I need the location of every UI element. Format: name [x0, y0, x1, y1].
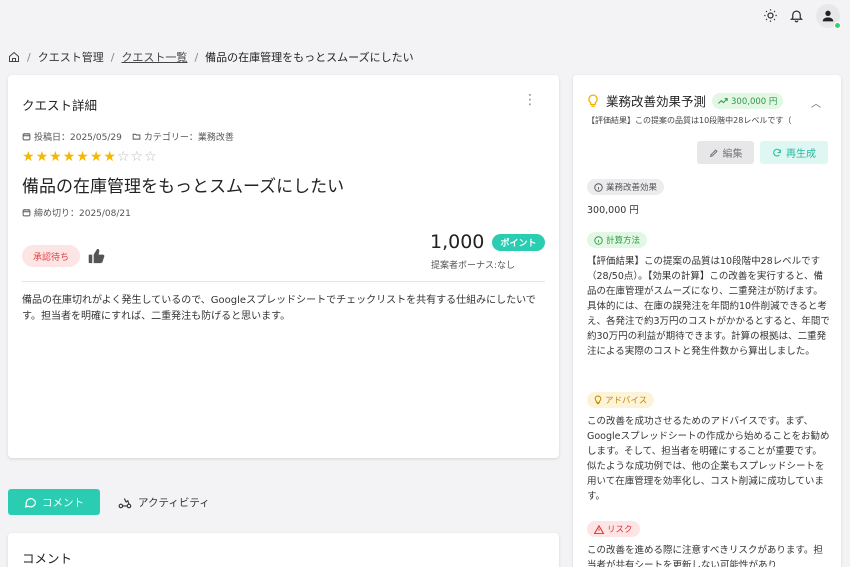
star-filled-icon[interactable]: ★ — [103, 150, 117, 164]
breadcrumb-current: 備品の在庫管理をもっとスムーズにしたい — [205, 51, 414, 64]
calculation-chip-label: 計算方法 — [606, 236, 641, 246]
deadline-text: 締め切り：2025/08/21 — [34, 209, 131, 219]
card-title: クエスト詳細 — [22, 98, 98, 113]
effect-title: 業務改善効果予測 — [606, 94, 707, 109]
comment-section-title: コメント — [22, 551, 73, 566]
user-icon — [822, 10, 834, 22]
points-value: 1,000 — [430, 231, 485, 253]
tab-comment-label: コメント — [42, 496, 84, 509]
breadcrumb: / クエスト管理 / クエスト一覧 / 備品の在庫管理をもっとスムーズにしたい — [8, 48, 414, 66]
more-options-icon[interactable]: ⋮ — [523, 93, 537, 107]
lightbulb-icon — [594, 395, 602, 405]
tab-activity[interactable]: アクティビティ — [118, 489, 210, 515]
regenerate-button-label: 再生成 — [786, 149, 816, 160]
effect-chip-label: 業務改善効果 — [606, 183, 658, 193]
folder-icon — [132, 132, 141, 141]
lightbulb-icon — [587, 94, 599, 108]
thumbs-up-icon[interactable] — [88, 248, 106, 264]
quest-title: 備品の在庫管理をもっとスムーズにしたい — [22, 177, 345, 197]
trending-up-icon — [718, 97, 728, 104]
top-bar — [0, 0, 850, 34]
calculation-text: 【評価結果】この提案の品質は10段階中28レベルです（28/50点）。【効果の計… — [587, 256, 830, 357]
advice-chip-label: アドバイス — [605, 396, 648, 406]
risk-chip: リスク — [587, 521, 640, 537]
category: カテゴリー：業務改善 — [143, 133, 234, 143]
star-empty-icon[interactable]: ☆ — [144, 150, 158, 164]
advice-text: この改善を成功させるためのアドバイスです。まず、Googleスプレッドシートの作… — [587, 416, 830, 502]
avatar[interactable] — [816, 4, 841, 29]
star-empty-icon[interactable]: ☆ — [117, 150, 131, 164]
refresh-icon — [773, 148, 781, 156]
calendar-icon — [22, 208, 31, 217]
amount-badge: 300,000 円 — [712, 92, 784, 109]
quest-detail-card: クエスト詳細 ⋮ 投稿日：2025/05/29 カテゴリー：業務改善 ★ ★ ★ ★ ★… — [8, 75, 559, 458]
warning-icon — [594, 524, 604, 534]
advice-chip: アドバイス — [587, 392, 655, 408]
deadline: 締め切り：2025/08/21 — [22, 206, 131, 219]
effect-prediction-panel: 業務改善効果予測 300,000 円 ︿ 【評価結果】この提案の品質は10段階中… — [573, 75, 841, 567]
effect-header: 業務改善効果予測 300,000 円 — [587, 91, 784, 110]
star-filled-icon[interactable]: ★ — [22, 150, 36, 164]
activity-icon — [118, 497, 132, 508]
tab-comment[interactable]: コメント — [8, 489, 100, 515]
star-filled-icon[interactable]: ★ — [76, 150, 90, 164]
effect-value: 300,000 円 — [587, 205, 639, 216]
pencil-icon — [709, 148, 718, 157]
amount-badge-text: 300,000 円 — [731, 96, 778, 107]
calendar-icon — [22, 132, 31, 141]
proposer-bonus: 提案者ボーナス:なし — [431, 261, 516, 271]
comment-icon — [24, 497, 36, 508]
status-badge: 承認待ち — [22, 245, 80, 267]
info-icon — [594, 235, 603, 245]
effect-summary: 【評価結果】この提案の品質は10段階中28レベルです（ — [587, 116, 792, 125]
edit-button[interactable]: 編集 — [697, 141, 754, 164]
online-status-dot — [834, 22, 841, 29]
star-filled-icon[interactable]: ★ — [63, 150, 77, 164]
breadcrumb-separator: / — [27, 50, 31, 64]
points-badge: ポイント — [492, 234, 545, 251]
calculation-chip: 計算方法 — [587, 232, 648, 248]
star-filled-icon[interactable]: ★ — [49, 150, 63, 164]
breadcrumb-quest-list[interactable]: クエスト一覧 — [121, 49, 187, 65]
info-icon — [594, 182, 603, 192]
regenerate-button[interactable]: 再生成 — [760, 141, 828, 164]
quest-description: 備品の在庫切れがよく発生しているので、Googleスプレッドシートでチェックリス… — [22, 295, 536, 322]
posted-date: 投稿日：2025/05/29 — [34, 133, 122, 143]
star-empty-icon[interactable]: ☆ — [131, 150, 145, 164]
divider — [22, 281, 545, 282]
comment-card: コメント — [8, 533, 559, 567]
effect-chip: 業務改善効果 — [587, 179, 665, 195]
risk-text: この改善を進める際に注意すべきリスクがあります。担当者が共有シートを更新しない可… — [587, 545, 823, 567]
tab-activity-label: アクティビティ — [138, 496, 210, 509]
sun-icon[interactable] — [761, 6, 779, 24]
breadcrumb-separator: / — [110, 50, 115, 64]
rating-stars[interactable]: ★ ★ ★ ★ ★ ★ ★ ☆ ☆ ☆ — [22, 150, 158, 164]
star-filled-icon[interactable]: ★ — [36, 150, 50, 164]
quest-meta: 投稿日：2025/05/29 カテゴリー：業務改善 — [22, 130, 234, 143]
collapse-icon[interactable]: ︿ — [811, 95, 821, 110]
breadcrumb-separator: / — [194, 50, 199, 64]
breadcrumb-quest-management[interactable]: クエスト管理 — [38, 49, 104, 65]
bell-icon[interactable] — [787, 6, 805, 24]
star-filled-icon[interactable]: ★ — [90, 150, 104, 164]
home-icon[interactable] — [8, 51, 20, 63]
risk-chip-label: リスク — [607, 525, 633, 535]
edit-button-label: 編集 — [722, 149, 743, 160]
